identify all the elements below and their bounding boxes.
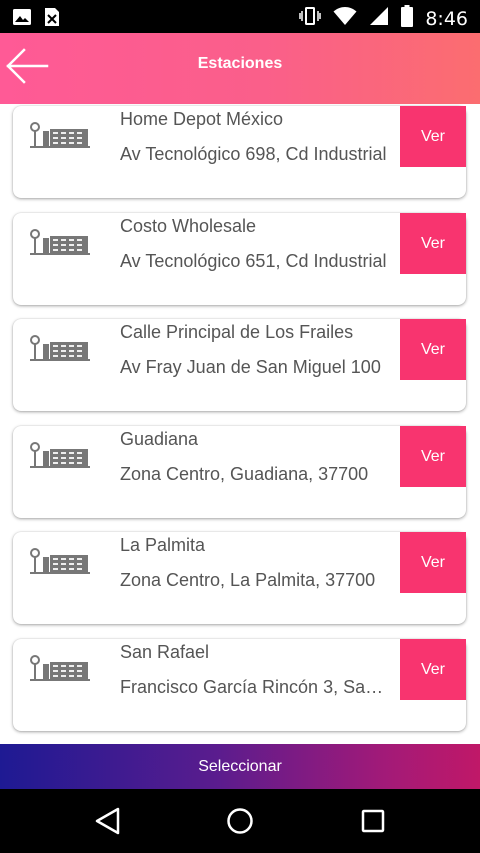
station-icon [30, 548, 90, 574]
station-icon [30, 122, 90, 148]
ver-button[interactable]: Ver [400, 213, 466, 274]
station-name: Calle Principal de Los Frailes [120, 322, 354, 342]
station-address: Zona Centro, Guadiana, 37700 [120, 464, 369, 484]
navigation-bar [0, 789, 480, 853]
station-address: Av Tecnológico 698, Cd Industrial [120, 144, 387, 164]
station-card[interactable]: Home Depot México Av Tecnológico 698, Cd… [13, 106, 466, 198]
station-card[interactable]: Costo Wholesale Av Tecnológico 651, Cd I… [13, 213, 466, 305]
sim-card-icon [44, 7, 60, 32]
station-address: Av Tecnológico 651, Cd Industrial [120, 251, 387, 271]
ver-button[interactable]: Ver [400, 426, 466, 487]
station-name: Costo Wholesale [120, 216, 257, 236]
wifi-icon [333, 6, 357, 31]
ver-button[interactable]: Ver [400, 319, 466, 380]
station-card[interactable]: La Palmita Zona Centro, La Palmita, 3770… [13, 532, 466, 624]
station-icon [30, 442, 90, 468]
station-name: Home Depot México [120, 109, 284, 129]
select-button[interactable]: Seleccionar [0, 744, 480, 789]
station-card[interactable]: San Rafael Francisco García Rincón 3, Sa… [13, 639, 466, 731]
nav-home-button[interactable] [223, 805, 257, 837]
station-icon [30, 229, 90, 255]
station-address: Francisco García Rincón 3, San Rafael [120, 677, 390, 697]
station-name: La Palmita [120, 535, 206, 555]
station-card[interactable]: Guadiana Zona Centro, Guadiana, 37700 Ve… [13, 426, 466, 518]
station-address: Av Fray Juan de San Miguel 100 [120, 357, 381, 377]
station-icon [30, 335, 90, 361]
status-bar: 8:46 [0, 0, 480, 33]
clock: 8:46 [425, 7, 468, 30]
nav-recents-button[interactable] [356, 805, 390, 837]
signal-icon [369, 6, 389, 31]
nav-back-button[interactable] [91, 805, 125, 837]
ver-button[interactable]: Ver [400, 106, 466, 167]
station-name: Guadiana [120, 429, 199, 449]
station-address: Zona Centro, La Palmita, 37700 [120, 570, 376, 590]
station-card[interactable]: Calle Principal de Los Frailes Av Fray J… [13, 319, 466, 411]
battery-icon [401, 5, 414, 32]
vibrate-icon [299, 6, 322, 31]
station-name: San Rafael [120, 642, 210, 662]
home-circle-icon [227, 808, 253, 834]
ver-button[interactable]: Ver [400, 532, 466, 593]
page-title: Estaciones [197, 55, 283, 72]
ver-button[interactable]: Ver [400, 639, 466, 700]
station-icon [30, 655, 90, 681]
image-icon [12, 8, 32, 31]
back-triangle-icon [95, 807, 120, 835]
recents-square-icon [361, 809, 385, 833]
